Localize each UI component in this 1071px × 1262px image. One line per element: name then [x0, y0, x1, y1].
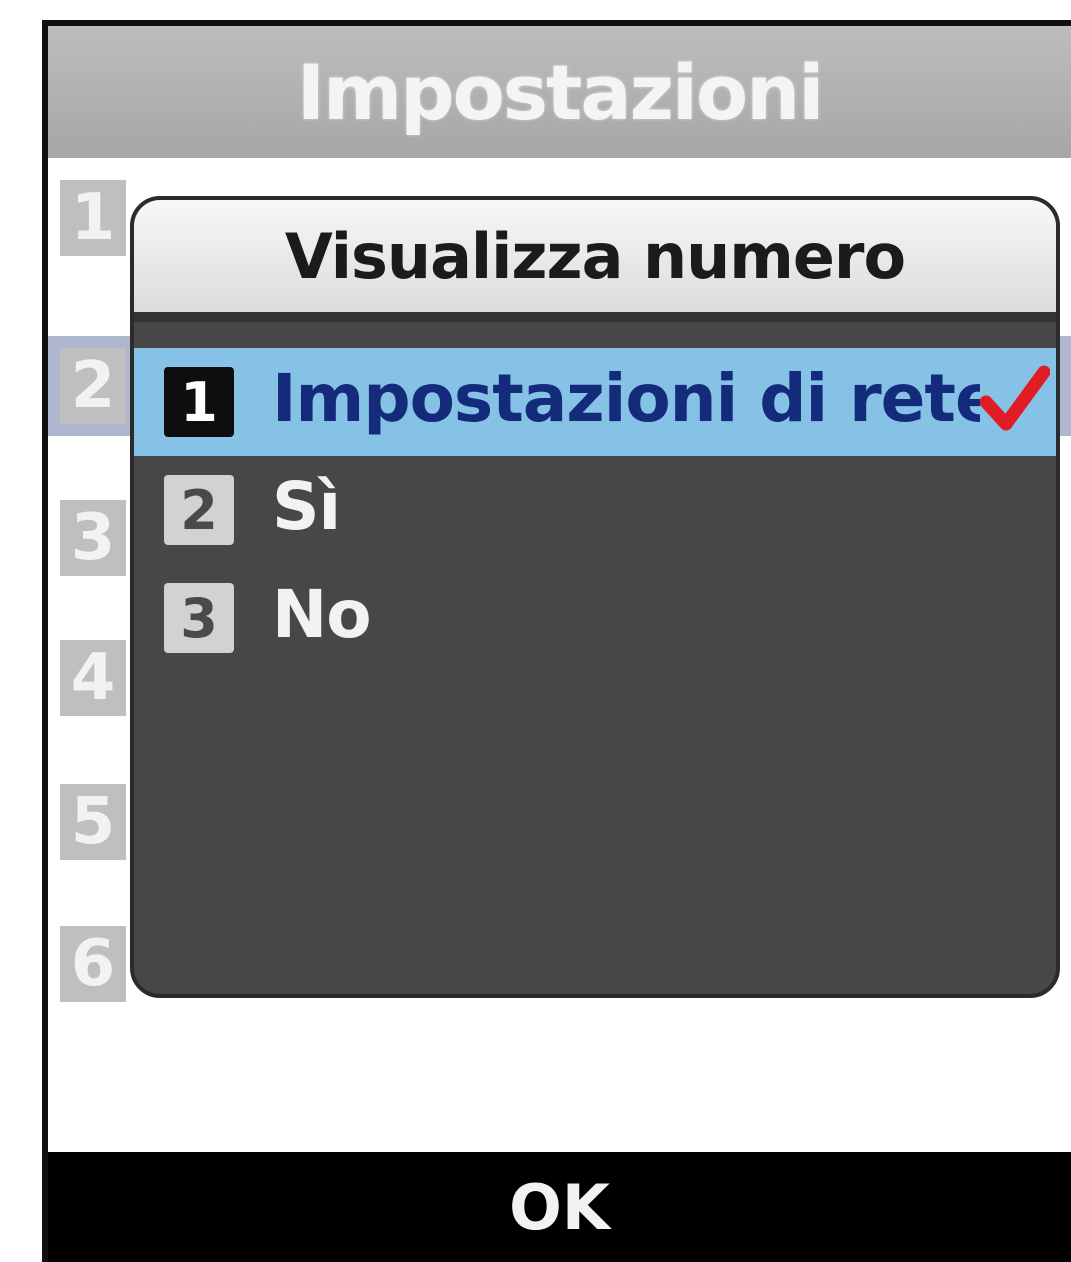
popup-option-number: 1	[164, 367, 234, 437]
background-menu-item-number: 2	[60, 348, 126, 424]
background-menu-item-number: 5	[60, 784, 126, 860]
popup-option-number: 2	[164, 475, 234, 545]
popup-title: Visualizza numero	[284, 219, 906, 293]
screen-title: Impostazioni	[296, 47, 825, 137]
phone-screen: Impostazioni 1 2 3 4 5 6 Visualizza nume…	[42, 20, 1071, 1262]
popup-option-network-settings[interactable]: 1 Impostazioni di rete	[134, 348, 1056, 456]
popup-option-label: Impostazioni di rete	[272, 360, 1000, 437]
softkey-bar: OK	[48, 1152, 1071, 1262]
screen-title-bar: Impostazioni	[48, 26, 1071, 158]
ok-softkey[interactable]: OK	[509, 1171, 610, 1244]
background-menu-item-number: 1	[60, 180, 126, 256]
popup-option-no[interactable]: 3 No	[134, 564, 1056, 672]
background-menu-item-number: 6	[60, 926, 126, 1002]
popup-option-number: 3	[164, 583, 234, 653]
background-menu-item-number: 4	[60, 640, 126, 716]
popup-option-label: Sì	[272, 468, 341, 545]
popup-header: Visualizza numero	[134, 200, 1056, 322]
display-number-popup: Visualizza numero 1 Impostazioni di rete…	[130, 196, 1060, 998]
checkmark-icon	[979, 362, 1051, 442]
popup-option-yes[interactable]: 2 Sì	[134, 456, 1056, 564]
popup-option-label: No	[272, 576, 372, 653]
background-menu-item-number: 3	[60, 500, 126, 576]
